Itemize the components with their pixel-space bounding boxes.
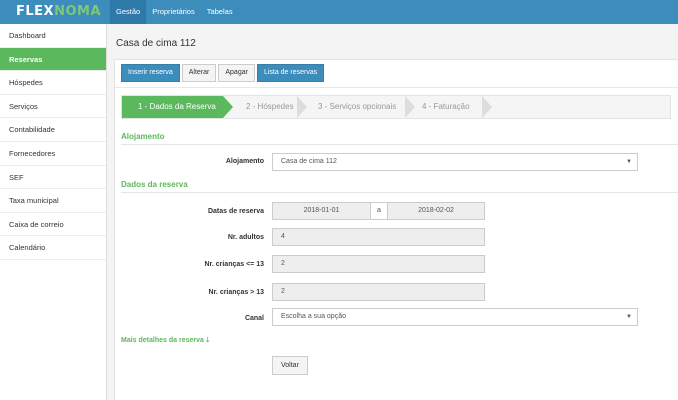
main-content: Casa de cima 112 Inserir reserva Alterar…: [107, 24, 678, 400]
adults-input[interactable]: 4: [272, 228, 485, 246]
insert-reservation-button[interactable]: Inserir reserva: [121, 64, 180, 82]
section-alojamento-divider: [121, 144, 678, 145]
wizard-step-4[interactable]: 4 - Faturação: [422, 96, 470, 118]
sidebar-item-contabilidade[interactable]: Contabilidade: [0, 118, 106, 142]
back-button[interactable]: Voltar: [272, 356, 308, 375]
kids-big-input[interactable]: 2: [272, 283, 485, 301]
sidebar-item-taxa-municipal[interactable]: Taxa municipal: [0, 189, 106, 213]
section-reserva-title: Dados da reserva: [121, 180, 188, 189]
delete-button[interactable]: Apagar: [218, 64, 255, 82]
chevron-down-icon: ▼: [626, 159, 632, 165]
alojamento-select[interactable]: Casa de cima 112 ▼: [272, 153, 638, 171]
wizard-arrow-3: [405, 96, 415, 118]
top-navbar: FLEXNOMA Gestão Proprietários Tabelas: [0, 0, 678, 24]
canal-select[interactable]: Escolha a sua opção ▼: [272, 308, 638, 326]
adults-label: Nr. adultos: [227, 234, 264, 241]
wizard-steps: 1 - Dados da Reserva 2 - Hóspedes 3 - Se…: [121, 95, 671, 119]
more-details-label: Mais detalhes da reserva: [121, 337, 204, 344]
alojamento-select-value: Casa de cima 112: [281, 158, 337, 165]
canal-select-value: Escolha a sua opção: [281, 313, 346, 320]
reservation-list-button[interactable]: Lista de reservas: [256, 64, 325, 82]
kids-small-input[interactable]: 2: [272, 255, 485, 273]
canal-label: Canal: [244, 315, 264, 322]
brand-logo[interactable]: FLEXNOMA: [16, 4, 101, 19]
date-from-input[interactable]: 2018-01-01: [272, 202, 371, 220]
topnav-tabelas[interactable]: Tabelas: [201, 0, 239, 24]
alojamento-label: Alojamento: [225, 158, 264, 165]
sidebar-item-sef[interactable]: SEF: [0, 166, 106, 190]
date-to-input[interactable]: 2018-02-02: [387, 202, 485, 220]
wizard-arrow-2: [297, 96, 307, 118]
wizard-step-2[interactable]: 2 - Hóspedes: [246, 96, 294, 118]
toolbar-divider: [115, 87, 678, 88]
wizard-arrow-4: [482, 96, 492, 118]
dates-label: Datas de reserva: [207, 208, 264, 215]
sidebar-item-servicos[interactable]: Serviços: [0, 95, 106, 119]
wizard-arrow-1: [223, 96, 233, 118]
toolbar: Inserir reserva Alterar Apagar Lista de …: [121, 64, 325, 82]
sidebar-item-reservas[interactable]: Reservas: [0, 47, 106, 72]
sidebar-item-calendario[interactable]: Calendário: [0, 236, 106, 260]
wizard-step-3[interactable]: 3 - Serviços opcionais: [318, 96, 396, 118]
chevron-down-icon: ▼: [626, 314, 632, 320]
brand-part-flex: FLEX: [16, 4, 55, 19]
sidebar-item-hospedes[interactable]: Hóspedes: [0, 71, 106, 95]
sidebar: Dashboard Reservas Hóspedes Serviços Con…: [0, 24, 107, 400]
section-alojamento-title: Alojamento: [121, 132, 165, 141]
kids-small-label: Nr. crianças <= 13: [204, 261, 264, 268]
top-nav: Gestão Proprietários Tabelas: [110, 0, 239, 24]
page-title: Casa de cima 112: [116, 38, 196, 49]
topnav-proprietarios[interactable]: Proprietários: [146, 0, 201, 24]
date-range-separator: a: [371, 202, 387, 220]
more-details-link[interactable]: Mais detalhes da reserva 🡓: [121, 336, 209, 347]
brand-part-noma: NOMA: [54, 4, 102, 19]
kids-big-label: Nr. crianças > 13: [208, 289, 264, 296]
reservation-panel: Inserir reserva Alterar Apagar Lista de …: [114, 59, 678, 400]
topnav-gestao[interactable]: Gestão: [110, 0, 147, 24]
wizard-step-1[interactable]: 1 - Dados da Reserva: [122, 96, 223, 118]
section-reserva-divider: [121, 192, 678, 193]
arrow-down-icon: 🡓: [205, 337, 210, 344]
sidebar-item-fornecedores[interactable]: Fornecedores: [0, 142, 106, 166]
sidebar-item-caixa-de-correio[interactable]: Caixa de correio: [0, 213, 106, 237]
edit-button[interactable]: Alterar: [181, 64, 217, 82]
sidebar-item-dashboard[interactable]: Dashboard: [0, 24, 106, 48]
